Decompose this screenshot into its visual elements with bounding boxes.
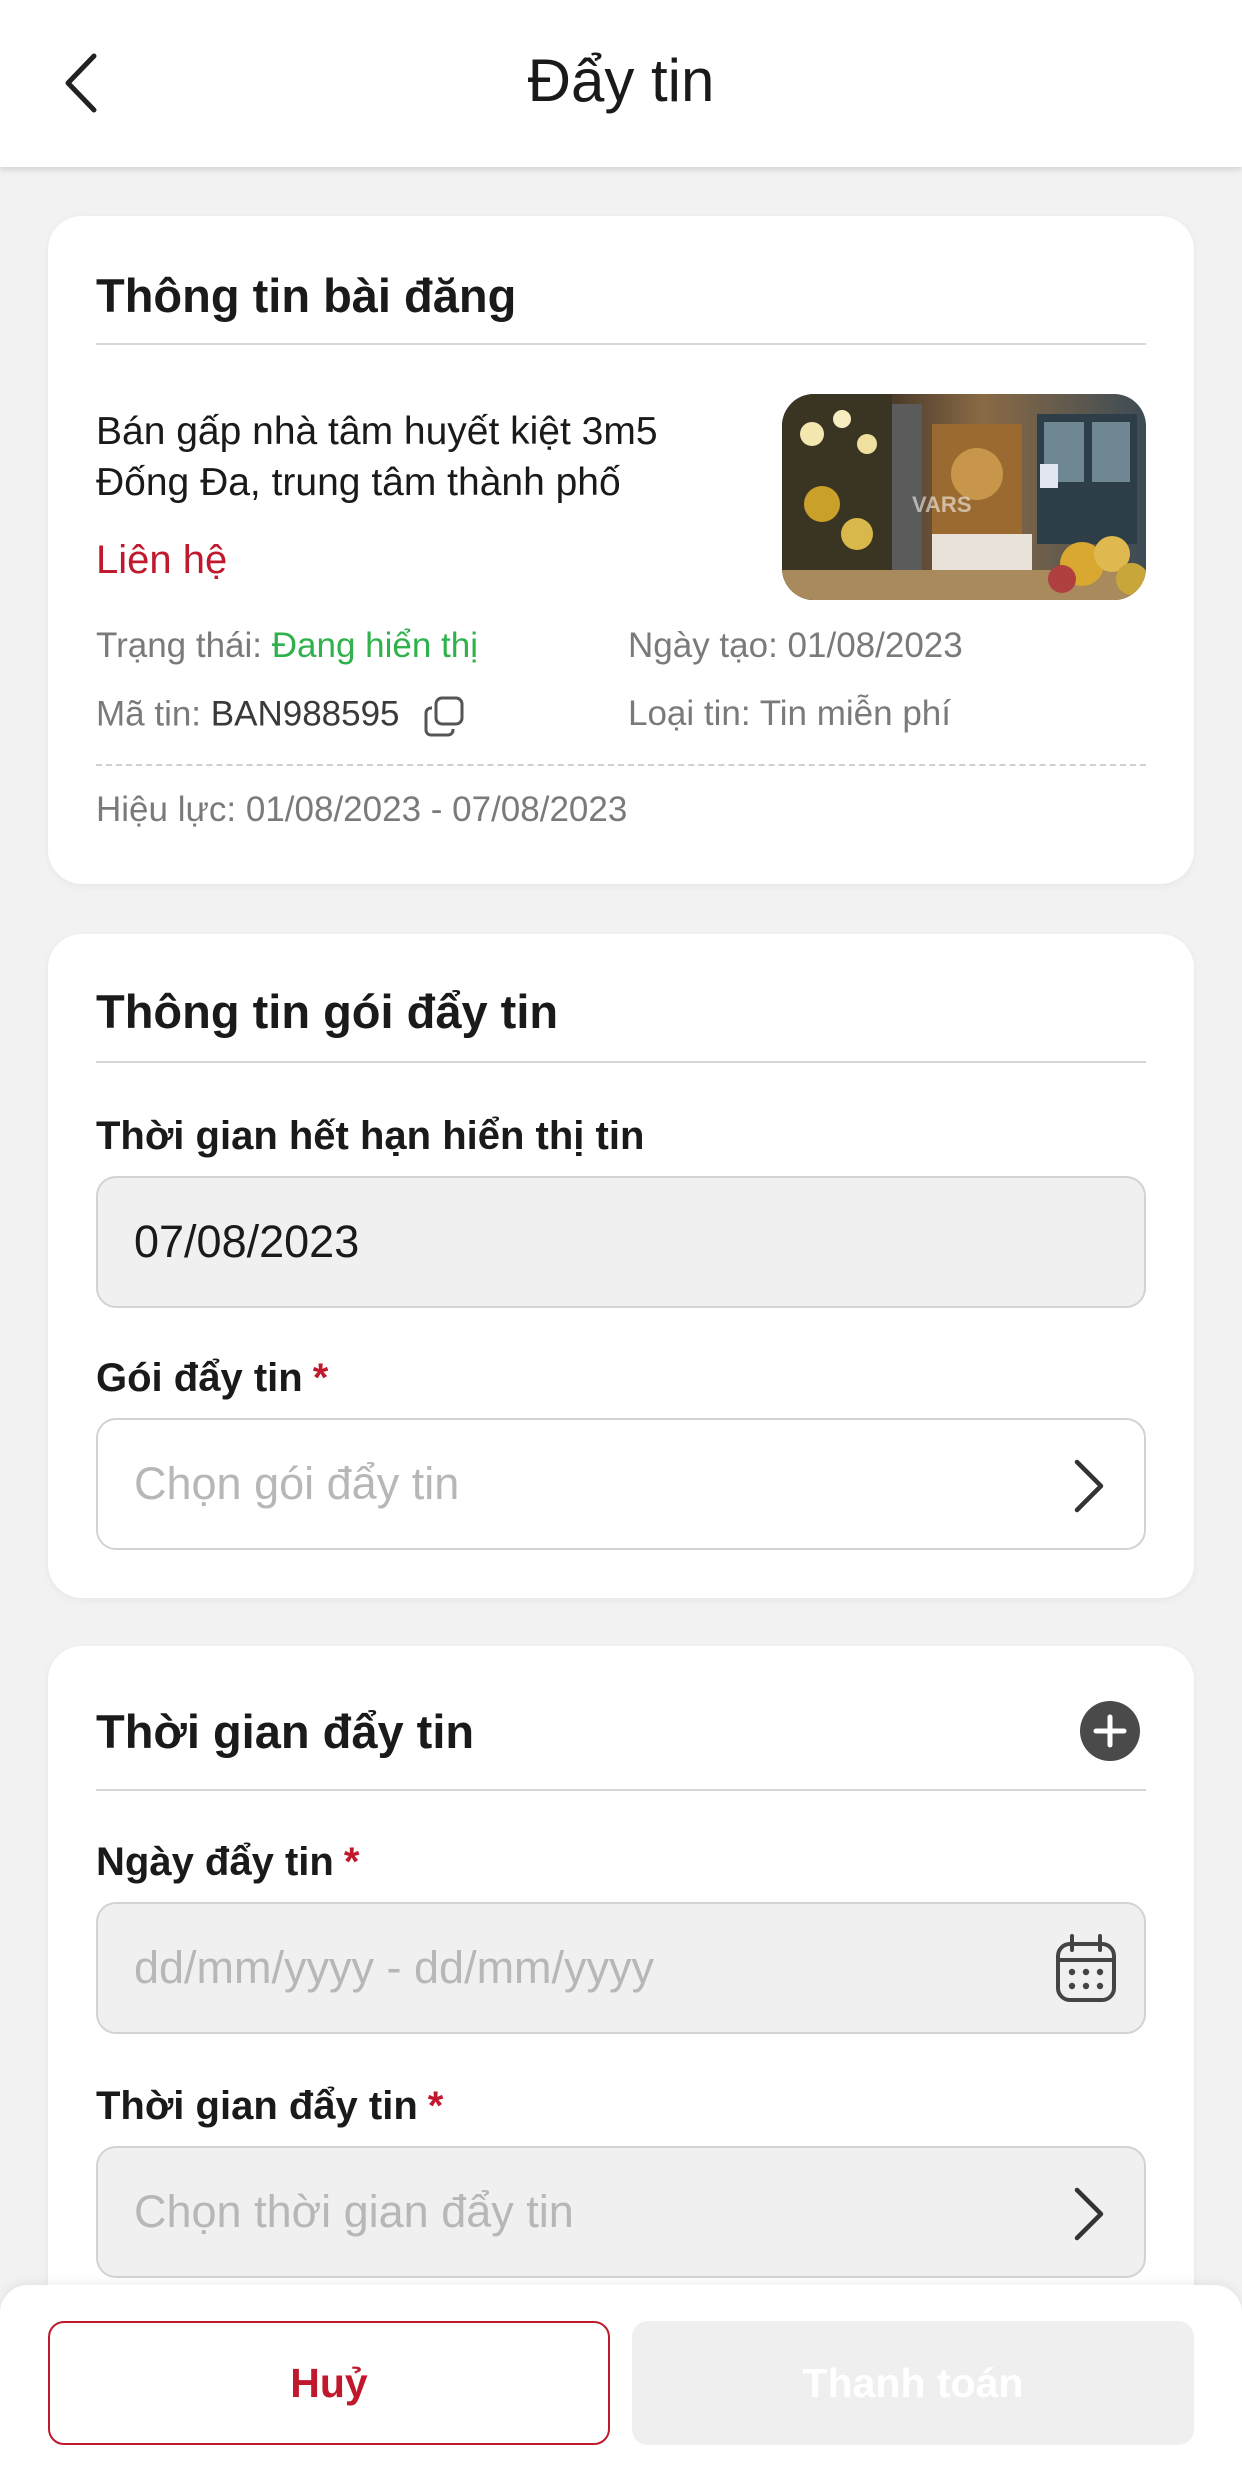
package-label: Gói đẩy tin * xyxy=(96,1356,328,1401)
push-time-label-text: Thời gian đẩy tin xyxy=(96,2084,418,2128)
app-header: Đẩy tin xyxy=(0,0,1242,167)
divider xyxy=(96,1789,1146,1791)
calendar-icon[interactable] xyxy=(1054,1934,1118,2004)
post-thumbnail[interactable]: VARS xyxy=(782,394,1146,600)
divider xyxy=(96,1061,1146,1063)
status-badge: Đang hiển thị xyxy=(271,626,479,665)
page-title: Đẩy tin xyxy=(527,47,715,114)
required-mark: * xyxy=(312,1356,329,1400)
push-date-placeholder: dd/mm/yyyy - dd/mm/yyyy xyxy=(134,1942,655,1993)
post-code-label: Mã tin: xyxy=(96,694,211,734)
required-mark: * xyxy=(343,1840,360,1884)
expiry-label: Thời gian hết hạn hiển thị tin xyxy=(96,1114,645,1158)
post-title[interactable]: Bán gấp nhà tâm huyết kiệt 3m5 Đống Đa, … xyxy=(96,406,756,508)
created-date-row: Ngày tạo: 01/08/2023 xyxy=(628,626,963,666)
created-label: Ngày tạo: xyxy=(628,626,788,665)
copy-icon[interactable] xyxy=(423,694,467,738)
package-placeholder: Chọn gói đẩy tin xyxy=(134,1458,460,1509)
status-label: Trạng thái: xyxy=(96,626,272,665)
post-type-label: Loại tin: xyxy=(628,694,760,733)
package-select[interactable]: Chọn gói đẩy tin xyxy=(96,1418,1146,1550)
divider xyxy=(96,343,1146,345)
push-time-select[interactable]: Chọn thời gian đẩy tin xyxy=(96,2146,1146,2278)
pay-button[interactable]: Thanh toán xyxy=(632,2321,1194,2445)
post-type-row: Loại tin: Tin miễn phí xyxy=(628,694,951,734)
validity-label: Hiệu lực: xyxy=(96,790,246,829)
post-photo: VARS xyxy=(782,394,1146,600)
push-date-label-text: Ngày đẩy tin xyxy=(96,1840,334,1884)
post-code-value: BAN988595 xyxy=(210,694,400,734)
package-label-text: Gói đẩy tin xyxy=(96,1356,303,1400)
required-mark: * xyxy=(427,2084,444,2128)
expiry-value: 07/08/2023 xyxy=(134,1216,360,1267)
package-info-title: Thông tin gói đẩy tin xyxy=(96,985,559,1038)
created-value: 01/08/2023 xyxy=(787,626,963,665)
expiry-field: 07/08/2023 xyxy=(96,1176,1146,1308)
cancel-button[interactable]: Huỷ xyxy=(48,2321,610,2445)
validity-value: 01/08/2023 - 07/08/2023 xyxy=(245,790,628,829)
plus-circle-icon[interactable] xyxy=(1080,1701,1140,1761)
validity-row: Hiệu lực: 01/08/2023 - 07/08/2023 xyxy=(96,790,627,830)
status-row: Trạng thái: Đang hiển thị xyxy=(96,626,478,666)
svg-text:VARS: VARS xyxy=(912,492,972,517)
post-code-row: Mã tin: BAN988595 xyxy=(96,694,467,738)
post-info-title: Thông tin bài đăng xyxy=(96,269,517,322)
chevron-right-icon xyxy=(1074,2187,1104,2241)
post-info-card: Thông tin bài đăng Bán gấp nhà tâm huyết… xyxy=(48,216,1194,884)
push-date-field[interactable]: dd/mm/yyyy - dd/mm/yyyy xyxy=(96,1902,1146,2034)
post-price: Liên hệ xyxy=(96,538,228,582)
action-bar: Huỷ Thanh toán xyxy=(0,2285,1242,2487)
package-info-card: Thông tin gói đẩy tin Thời gian hết hạn … xyxy=(48,934,1194,1598)
push-time-title: Thời gian đẩy tin xyxy=(96,1705,475,1758)
dashed-divider xyxy=(96,764,1146,766)
post-type-value: Tin miễn phí xyxy=(759,694,951,733)
chevron-right-icon xyxy=(1074,1459,1104,1513)
push-time-label: Thời gian đẩy tin * xyxy=(96,2084,443,2129)
push-date-label: Ngày đẩy tin * xyxy=(96,1840,359,1885)
push-time-placeholder: Chọn thời gian đẩy tin xyxy=(134,2186,574,2237)
